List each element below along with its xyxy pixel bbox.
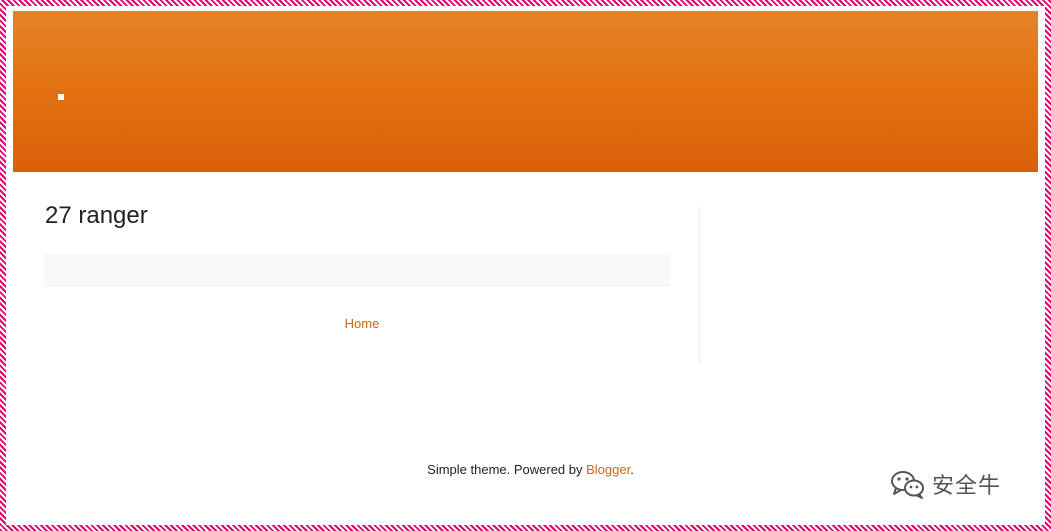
page-frame: 27 ranger Home Simple theme. Powered by …: [0, 0, 1051, 531]
sidebar-divider: [699, 206, 700, 364]
wechat-icon: [891, 471, 924, 499]
post-body: [44, 254, 670, 286]
watermark-text: 安全牛: [932, 474, 1002, 499]
post-title: 27 ranger: [45, 202, 148, 229]
home-link[interactable]: Home: [44, 316, 670, 331]
watermark: 安全牛: [890, 468, 1001, 500]
blogger-link[interactable]: Blogger: [586, 462, 630, 477]
footer-suffix: .: [630, 462, 634, 477]
footer-prefix: Simple theme. Powered by: [427, 462, 587, 477]
page-content: 27 ranger Home Simple theme. Powered by …: [6, 6, 1045, 525]
main-column: 27 ranger Home: [44, 201, 670, 331]
header-image-placeholder: [58, 94, 64, 100]
blog-header: [13, 11, 1038, 172]
